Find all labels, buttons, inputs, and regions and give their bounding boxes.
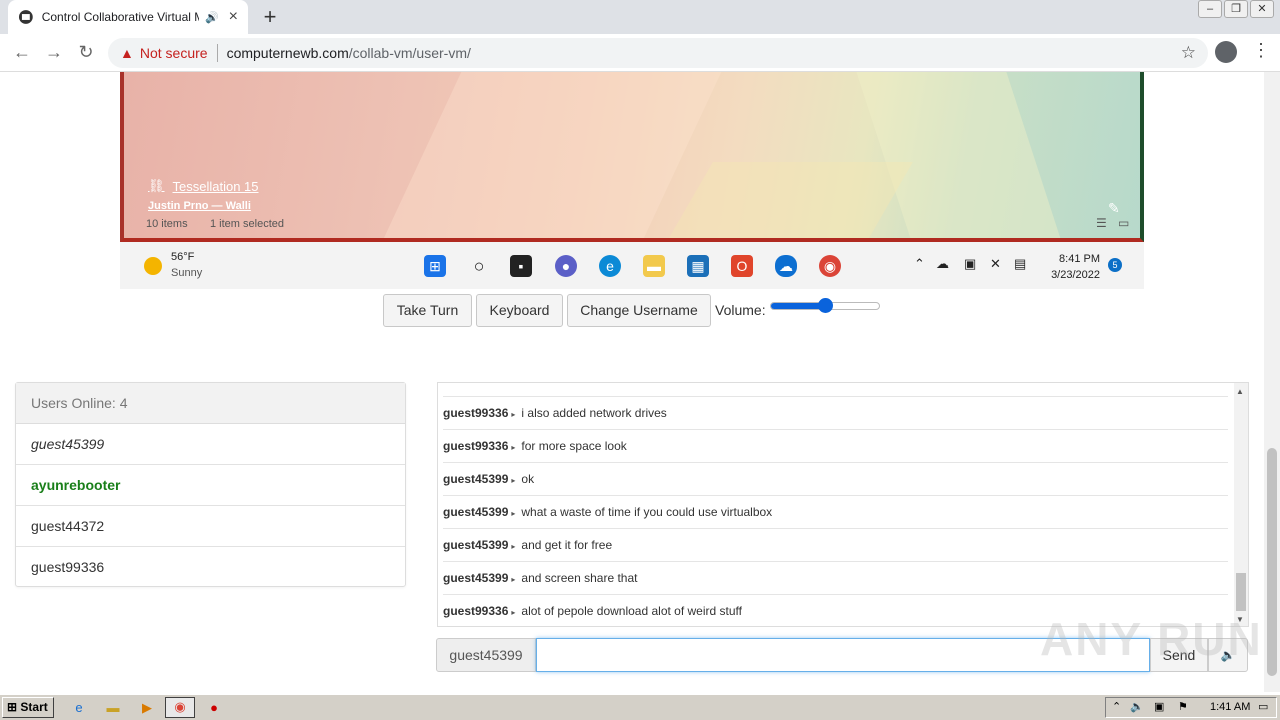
ie-icon[interactable]: e — [70, 699, 88, 717]
show-desktop-icon[interactable]: ▭ — [1258, 698, 1268, 717]
chat-icon: ● — [555, 255, 577, 277]
explorer-selection-count: 1 item selected — [210, 218, 284, 230]
chat-message: guest45399 ▸ and screen share that — [443, 562, 1228, 595]
vm-taskbar: 56°F Sunny ⊞ ○ ▪ ● e ▬ ▦ O ☁ ◉ ⌃ ☁ ▣ ✕ ▤… — [120, 242, 1144, 289]
antivirus-icon[interactable]: ● — [205, 699, 223, 717]
chat-message-partial — [443, 383, 1228, 397]
warning-icon: ▲ — [120, 45, 134, 61]
chrome-icon: ◉ — [819, 255, 841, 277]
tab-close-icon[interactable]: × — [229, 8, 238, 26]
profile-avatar-icon[interactable] — [1215, 41, 1237, 63]
chat-message: guest45399 ▸ ok — [443, 463, 1228, 496]
media-player-icon[interactable]: ▶ — [138, 699, 156, 717]
address-bar[interactable]: ▲ Not secure computernewb.com/collab-vm/… — [108, 38, 1208, 68]
wallpaper-author-link: Justin Prno — Walli — [148, 200, 251, 212]
page-scrollbar[interactable] — [1264, 72, 1280, 692]
folder-icon[interactable]: ▬ — [104, 699, 122, 717]
users-online-panel: Users Online: 4 guest45399 ayunrebooter … — [15, 382, 406, 587]
os-clock: 1:41 AM — [1210, 701, 1251, 713]
chrome-taskbar-button[interactable]: ◉ — [165, 697, 195, 718]
edge-icon: e — [599, 255, 621, 277]
address-toolbar: ← → ↻ ▲ Not secure computernewb.com/coll… — [0, 34, 1280, 72]
wallpaper-title-link: ⛓ Tessellation 15 — [148, 178, 259, 194]
tray-speaker-icon[interactable]: 🔈 — [1130, 698, 1144, 717]
start-button[interactable]: ⊞ Start — [2, 697, 54, 718]
windows-flag-icon: ⊞ — [7, 700, 21, 714]
tab-title: Control Collaborative Virtual Ma — [41, 10, 199, 24]
notification-badge: 5 — [1108, 258, 1122, 272]
tab-audio-icon[interactable]: 🔊 — [205, 11, 219, 24]
chat-scrollbar[interactable]: ▲ ▼ — [1234, 383, 1248, 626]
weather-temp: 56°F — [171, 251, 195, 263]
chat-username-label: guest45399 — [436, 638, 536, 672]
chat-message: guest45399 ▸ and get it for free — [443, 529, 1228, 562]
anyrun-watermark: ANY RUN — [1040, 613, 1263, 665]
vm-clock: 8:41 PM 3/23/2022 — [1051, 253, 1100, 281]
vm-screen[interactable]: ⛓ Tessellation 15 Justin Prno — Walli 10… — [120, 72, 1144, 289]
back-button[interactable]: ← — [10, 42, 34, 63]
forward-button[interactable]: → — [42, 42, 66, 63]
details-view-icon: ☰ — [1096, 216, 1107, 230]
system-tray: ⌃ 🔈 ▣ ⚑ 1:41 AM ▭ — [1105, 697, 1277, 718]
onedrive-icon: ☁ — [775, 255, 797, 277]
volume-fill — [771, 303, 825, 309]
take-turn-button[interactable]: Take Turn — [383, 294, 472, 327]
browser-tab-bar: Control Collaborative Virtual Ma 🔊 × + –… — [0, 0, 1280, 34]
chat-message: guest99336 ▸ i also added network drives — [443, 397, 1228, 430]
explorer-item-count: 10 items — [146, 218, 188, 230]
close-window-button[interactable]: ✕ — [1250, 0, 1274, 18]
link-icon: ⛓ — [148, 178, 165, 193]
reload-button[interactable]: ↻ — [74, 42, 98, 63]
browser-tab[interactable]: Control Collaborative Virtual Ma 🔊 × — [8, 0, 248, 34]
browser-menu-icon[interactable]: ⋮ — [1252, 40, 1270, 61]
page-scroll-thumb[interactable] — [1267, 448, 1277, 676]
user-list-item[interactable]: ayunrebooter — [16, 465, 405, 506]
restore-button[interactable]: ❐ — [1224, 0, 1248, 18]
new-tab-button[interactable]: + — [258, 4, 282, 30]
tray-cloud-icon: ☁ — [936, 256, 949, 271]
pen-icon: ✎ — [1108, 200, 1120, 216]
user-list-item[interactable]: guest44372 — [16, 506, 405, 547]
minimize-button[interactable]: – — [1198, 0, 1222, 18]
file-explorer-icon: ▬ — [643, 255, 665, 277]
weather-condition: Sunny — [171, 267, 203, 279]
tray-net-icon[interactable]: ▣ — [1154, 698, 1164, 717]
tray-network-icon: ▣ — [964, 256, 977, 271]
task-view-icon: ▪ — [510, 255, 532, 277]
change-username-button[interactable]: Change Username — [567, 294, 711, 327]
window-controls: – ❐ ✕ — [1198, 0, 1274, 18]
volume-slider[interactable] — [770, 298, 880, 313]
vm-favicon-icon — [18, 10, 33, 24]
store-icon: ▦ — [687, 255, 709, 277]
volume-knob[interactable] — [818, 298, 833, 313]
user-list-item[interactable]: guest45399 — [16, 424, 405, 465]
bookmark-star-icon[interactable]: ☆ — [1181, 43, 1196, 63]
chat-log[interactable]: guest99336 ▸ i also added network drives g… — [437, 382, 1249, 627]
users-online-header: Users Online: 4 — [16, 383, 405, 424]
tray-battery-icon: ▤ — [1014, 256, 1027, 271]
windows-start-icon: ⊞ — [424, 255, 446, 277]
keyboard-button[interactable]: Keyboard — [476, 294, 563, 327]
search-icon: ○ — [473, 256, 485, 276]
tray-up-arrow-icon[interactable]: ⌃ — [1112, 698, 1121, 717]
volume-label: Volume: — [715, 302, 766, 318]
tiles-view-icon: ▭ — [1118, 216, 1130, 230]
weather-sun-icon — [144, 257, 162, 275]
scroll-up-arrow-icon[interactable]: ▲ — [1236, 387, 1244, 396]
vm-desktop-wallpaper: ⛓ Tessellation 15 Justin Prno — Walli 10… — [120, 72, 1144, 242]
not-secure-label[interactable]: Not secure — [140, 45, 208, 61]
chat-message: guest45399 ▸ what a waste of time if you c… — [443, 496, 1228, 529]
chat-message: guest99336 ▸ for more space look — [443, 430, 1228, 463]
tray-flag-icon[interactable]: ⚑ — [1178, 698, 1188, 717]
tray-volume-icon: ✕ — [990, 256, 1001, 271]
chat-scroll-thumb[interactable] — [1236, 573, 1246, 611]
user-list-item[interactable]: guest99336 — [16, 547, 405, 588]
office-icon: O — [731, 255, 753, 277]
os-taskbar: ⊞ Start e ▬ ▶ ◉ ● ⌃ 🔈 ▣ ⚑ 1:41 AM ▭ — [0, 694, 1280, 720]
tray-chevron-icon: ⌃ — [914, 256, 925, 271]
url-text[interactable]: computernewb.com/collab-vm/user-vm/ — [227, 45, 471, 61]
url-divider — [216, 44, 218, 62]
